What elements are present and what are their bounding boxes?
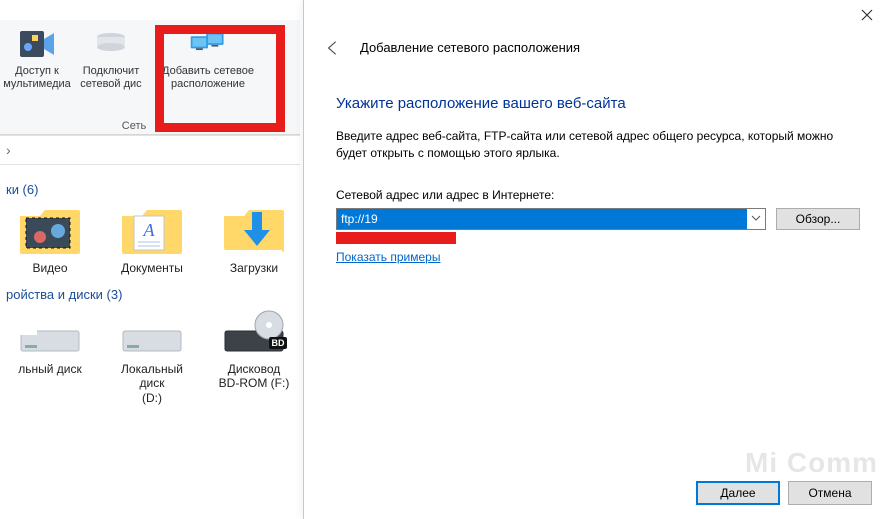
ribbon-group-network: Доступ к мультимедиа Подключит сетевой д… — [0, 20, 268, 134]
drive-item-local-d[interactable]: Локальный диск (D:) — [108, 306, 196, 405]
bd-rom-icon: BD — [219, 306, 289, 362]
drive-item-local-c[interactable]: льный диск — [6, 306, 94, 405]
file-item-label: Загрузки — [230, 261, 278, 275]
ribbon-btn-add-netloc[interactable]: Добавить сетевое расположение — [148, 20, 268, 110]
ribbon-btn-label: Подключит сетевой дис — [80, 65, 141, 90]
section-header-drives[interactable]: ройства и диски (3) — [6, 287, 300, 302]
ribbon-btn-map-drive[interactable]: Подключит сетевой дис — [74, 20, 148, 110]
cancel-button[interactable]: Отмена — [788, 481, 872, 505]
dialog-description: Введите адрес веб-сайта, FTP-сайта или с… — [336, 128, 860, 162]
ribbon-btn-label: Доступ к мультимедиа — [3, 65, 71, 90]
svg-text:BD: BD — [272, 338, 285, 348]
watermark: Mi Comm — [745, 447, 878, 479]
ribbon-btn-multimedia[interactable]: Доступ к мультимедиа — [0, 20, 74, 110]
file-item-label: Локальный диск (D:) — [108, 362, 196, 405]
show-examples-link[interactable]: Показать примеры — [336, 250, 440, 264]
close-button[interactable] — [844, 0, 890, 30]
dialog-heading: Укажите расположение вашего веб-сайта — [336, 95, 860, 112]
folder-item-videos[interactable]: Видео — [6, 201, 94, 275]
add-network-location-dialog: Добавление сетевого расположения Укажите… — [303, 0, 890, 519]
explorer-content: ки (6) Видео A — [0, 170, 300, 405]
back-button[interactable] — [324, 39, 342, 57]
videos-folder-icon — [15, 201, 85, 261]
file-item-label: льный диск — [18, 362, 82, 376]
dialog-title: Добавление сетевого расположения — [360, 40, 580, 55]
close-icon — [861, 9, 873, 21]
svg-text:A: A — [143, 220, 156, 240]
browse-button[interactable]: Обзор... — [776, 208, 860, 230]
downloads-folder-icon — [219, 201, 289, 261]
arrow-left-icon — [324, 38, 342, 58]
chevron-down-icon[interactable] — [747, 212, 765, 226]
next-button[interactable]: Далее — [696, 481, 780, 505]
documents-folder-icon: A — [117, 201, 187, 261]
drive-item-bdrom[interactable]: BD Дисковод BD-ROM (F:) — [210, 306, 298, 405]
folder-item-documents[interactable]: A Документы — [108, 201, 196, 275]
address-combobox[interactable] — [336, 208, 766, 230]
annotation-redaction — [336, 232, 456, 244]
folder-item-downloads[interactable]: Загрузки — [210, 201, 298, 275]
add-netloc-icon — [189, 25, 227, 63]
file-item-label: Дисковод BD-ROM (F:) — [219, 362, 290, 391]
local-disk-icon — [15, 306, 85, 362]
ribbon-btn-label: Добавить сетевое расположение — [162, 65, 254, 90]
address-field-label: Сетевой адрес или адрес в Интернете: — [336, 188, 860, 202]
chevron-icon: › — [6, 142, 11, 158]
address-input[interactable] — [337, 209, 747, 229]
dialog-header: Добавление сетевого расположения — [304, 0, 890, 95]
ribbon-group-label: Сеть — [0, 120, 268, 134]
file-item-label: Видео — [32, 261, 67, 275]
explorer-address-bar[interactable]: › — [0, 135, 300, 165]
ribbon: Доступ к мультимедиа Подключит сетевой д… — [0, 20, 300, 135]
local-disk-icon — [117, 306, 187, 362]
multimedia-icon — [18, 25, 56, 63]
map-drive-icon — [92, 25, 130, 63]
section-header-folders[interactable]: ки (6) — [6, 182, 300, 197]
file-item-label: Документы — [121, 261, 183, 275]
